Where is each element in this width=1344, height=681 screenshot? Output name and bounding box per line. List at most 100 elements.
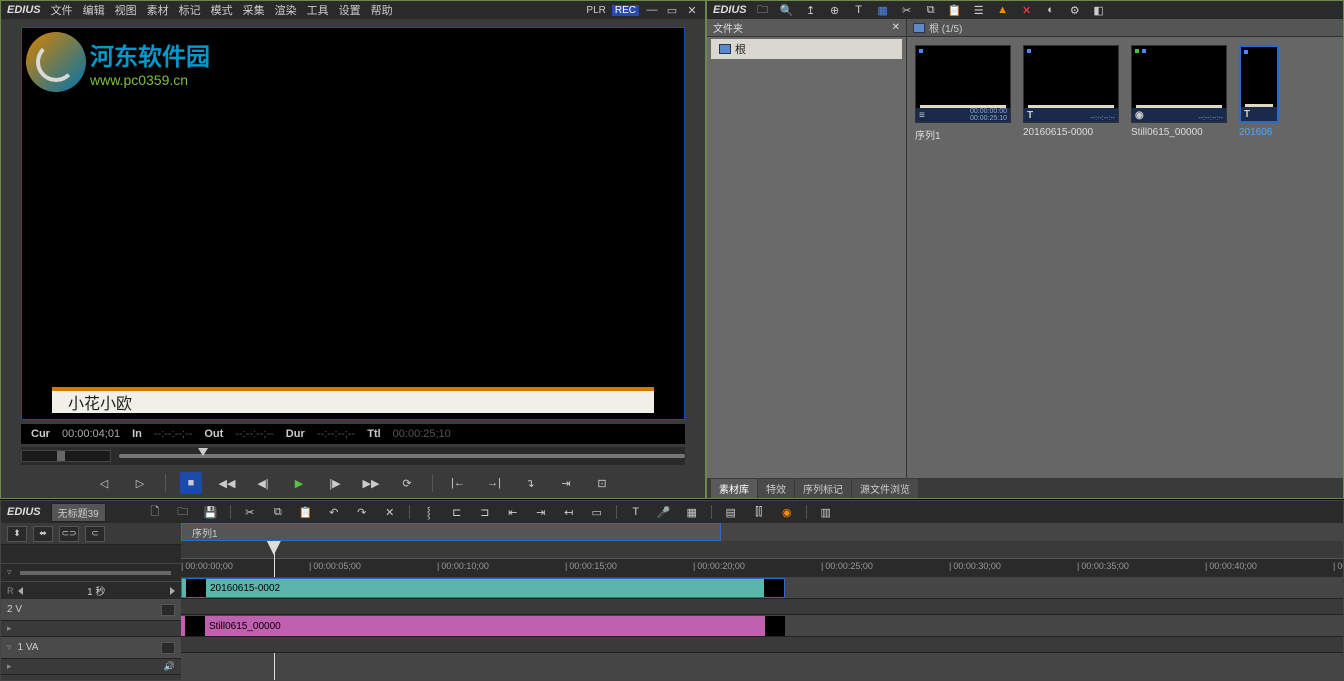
close-icon[interactable]: ✕ bbox=[892, 22, 900, 33]
settings-icon[interactable]: ⚙ bbox=[1067, 2, 1083, 18]
mixer-icon[interactable]: ⫿⫿ bbox=[750, 503, 768, 521]
preview-monitor[interactable]: 河东软件园 www.pc0359.cn 小花小欧 bbox=[21, 27, 685, 420]
loop-button[interactable]: ⟳ bbox=[396, 472, 418, 494]
track-header-v2[interactable]: 2 V bbox=[1, 599, 181, 621]
magnet-icon[interactable]: ⊂ bbox=[85, 526, 105, 542]
title-icon[interactable]: T bbox=[851, 2, 867, 18]
new-icon[interactable]: 🗋 bbox=[146, 503, 164, 521]
trim-out-icon[interactable]: ⇥ bbox=[532, 503, 550, 521]
plr-label[interactable]: PLR bbox=[586, 5, 605, 16]
fast-forward-button[interactable]: ▶▶ bbox=[360, 472, 382, 494]
view-icon[interactable]: ☰ bbox=[971, 2, 987, 18]
insert-button[interactable]: ↴ bbox=[519, 472, 541, 494]
tab-source-browser[interactable]: 源文件浏览 bbox=[852, 479, 918, 498]
export-icon[interactable]: ▦ bbox=[683, 503, 701, 521]
cut-icon[interactable]: ✂ bbox=[899, 2, 915, 18]
timeline-ruler[interactable]: 00:00:00;0000:00:05;0000:00:10;0000:00:1… bbox=[181, 541, 1343, 577]
cut-icon[interactable]: ✂ bbox=[241, 503, 259, 521]
menu-render[interactable]: 渲染 bbox=[275, 2, 297, 18]
scrub-track[interactable] bbox=[119, 454, 685, 458]
redo-icon[interactable]: ↷ bbox=[353, 503, 371, 521]
sort-icon[interactable]: ▲ bbox=[995, 2, 1011, 18]
track-toggle-icon[interactable] bbox=[161, 604, 175, 616]
menu-marker[interactable]: 标记 bbox=[179, 2, 201, 18]
group-icon[interactable]: ⊏ bbox=[448, 503, 466, 521]
next-frame-button[interactable]: |▶ bbox=[324, 472, 346, 494]
properties-icon[interactable]: ▦ bbox=[875, 2, 891, 18]
timeline-canvas[interactable]: 序列1 00:00:00;0000:00:05;0000:00:10;0000:… bbox=[181, 523, 1343, 680]
track-header-va1-sub[interactable]: ▸🔊 bbox=[1, 659, 181, 675]
color-wheel-icon[interactable]: ◉ bbox=[778, 503, 796, 521]
ripple-delete-icon[interactable]: ✕ bbox=[381, 503, 399, 521]
clip-thumb[interactable]: ◉--:--:--:-- Still0615_00000 bbox=[1131, 45, 1227, 138]
minimize-button[interactable]: — bbox=[645, 3, 659, 17]
maximize-button[interactable]: ▭ bbox=[665, 3, 679, 17]
speaker-icon[interactable]: 🔊 bbox=[164, 661, 175, 672]
open-icon[interactable]: 🗀 bbox=[174, 503, 192, 521]
detach-icon[interactable]: ◧ bbox=[1091, 2, 1107, 18]
trim-in-icon[interactable]: ⇤ bbox=[504, 503, 522, 521]
add-folder-icon[interactable]: ⊕ bbox=[827, 2, 843, 18]
tc-cur-value[interactable]: 00:00:04;01 bbox=[62, 428, 120, 440]
copy-icon[interactable]: ⧉ bbox=[269, 503, 287, 521]
export-button[interactable]: ⊡ bbox=[591, 472, 613, 494]
play-button[interactable]: ▶ bbox=[288, 472, 310, 494]
tab-clip-library[interactable]: 素材库 bbox=[711, 479, 757, 498]
menu-mode[interactable]: 模式 bbox=[211, 2, 233, 18]
menu-help[interactable]: 帮助 bbox=[371, 2, 393, 18]
tc-dur-value[interactable]: --:--:--;-- bbox=[317, 428, 355, 440]
track-header-va1[interactable]: ▿ 1 VA bbox=[1, 637, 181, 659]
menu-clip[interactable]: 素材 bbox=[147, 2, 169, 18]
menu-settings[interactable]: 设置 bbox=[339, 2, 361, 18]
clip-thumb[interactable]: ≡00:00:00:0000:00:25:10 序列1 bbox=[915, 45, 1011, 142]
overwrite-mode-icon[interactable]: ⬌ bbox=[33, 526, 53, 542]
paste-icon[interactable]: 📋 bbox=[947, 2, 963, 18]
tc-out-value[interactable]: --:--:--;-- bbox=[235, 428, 273, 440]
jog-control[interactable] bbox=[21, 450, 111, 462]
folder-icon[interactable]: 🗀 bbox=[755, 2, 771, 18]
menu-edit[interactable]: 编辑 bbox=[83, 2, 105, 18]
rewind-button[interactable]: ◀◀ bbox=[216, 472, 238, 494]
ungroup-icon[interactable]: ⊐ bbox=[476, 503, 494, 521]
delete-icon[interactable]: ✕ bbox=[1019, 2, 1035, 18]
menu-capture[interactable]: 采集 bbox=[243, 2, 265, 18]
track-toggle-icon[interactable] bbox=[161, 642, 175, 654]
prev-edit-button[interactable]: |← bbox=[447, 472, 469, 494]
copy-icon[interactable]: ⧉ bbox=[923, 2, 939, 18]
sequence-tab[interactable]: 序列1 bbox=[181, 523, 721, 541]
track-header-v2-sub[interactable]: ▸ bbox=[1, 621, 181, 637]
clip-thumb[interactable]: T 201606 bbox=[1239, 45, 1335, 138]
stop-button[interactable]: ■ bbox=[180, 472, 202, 494]
menu-file[interactable]: 文件 bbox=[51, 2, 73, 18]
render-icon[interactable]: ▤ bbox=[722, 503, 740, 521]
set-in-button[interactable]: ◁ bbox=[93, 472, 115, 494]
folder-root[interactable]: 根 bbox=[711, 39, 902, 59]
paste-icon[interactable]: 📋 bbox=[297, 503, 315, 521]
insert-mode-icon[interactable]: ⬍ bbox=[7, 526, 27, 542]
save-icon[interactable]: 💾 bbox=[202, 503, 220, 521]
scale-label[interactable]: 1 秒 bbox=[27, 583, 167, 598]
title-tool-icon[interactable]: T bbox=[627, 503, 645, 521]
close-button[interactable]: ✕ bbox=[685, 3, 699, 17]
layout-icon[interactable]: ▥ bbox=[817, 503, 835, 521]
undo-icon[interactable]: ↶ bbox=[325, 503, 343, 521]
split-icon[interactable]: ⸾ bbox=[420, 503, 438, 521]
scale-prev-icon[interactable] bbox=[18, 587, 23, 595]
track-va1-lane[interactable]: Still0615_00000 bbox=[181, 615, 1343, 637]
scale-next-icon[interactable] bbox=[170, 587, 175, 595]
tc-in-value[interactable]: --:--:--;-- bbox=[154, 428, 192, 440]
clip-v2[interactable]: 20160615-0002 bbox=[181, 578, 785, 598]
project-title[interactable]: 无标题39 bbox=[51, 503, 106, 522]
clip-va1[interactable]: Still0615_00000 bbox=[181, 616, 785, 636]
menu-view[interactable]: 视图 bbox=[115, 2, 137, 18]
tab-sequence-markers[interactable]: 序列标记 bbox=[795, 479, 851, 498]
color-icon[interactable]: ◐ bbox=[1043, 2, 1059, 18]
tab-effects[interactable]: 特效 bbox=[758, 479, 794, 498]
next-edit-button[interactable]: →| bbox=[483, 472, 505, 494]
prev-frame-button[interactable]: ◀| bbox=[252, 472, 274, 494]
set-out-button[interactable]: ▷ bbox=[129, 472, 151, 494]
search-icon[interactable]: 🔍 bbox=[779, 2, 795, 18]
rec-label[interactable]: REC bbox=[612, 5, 639, 16]
clip-thumb[interactable]: T--:--:--:-- 20160615-0000 bbox=[1023, 45, 1119, 138]
menu-tools[interactable]: 工具 bbox=[307, 2, 329, 18]
